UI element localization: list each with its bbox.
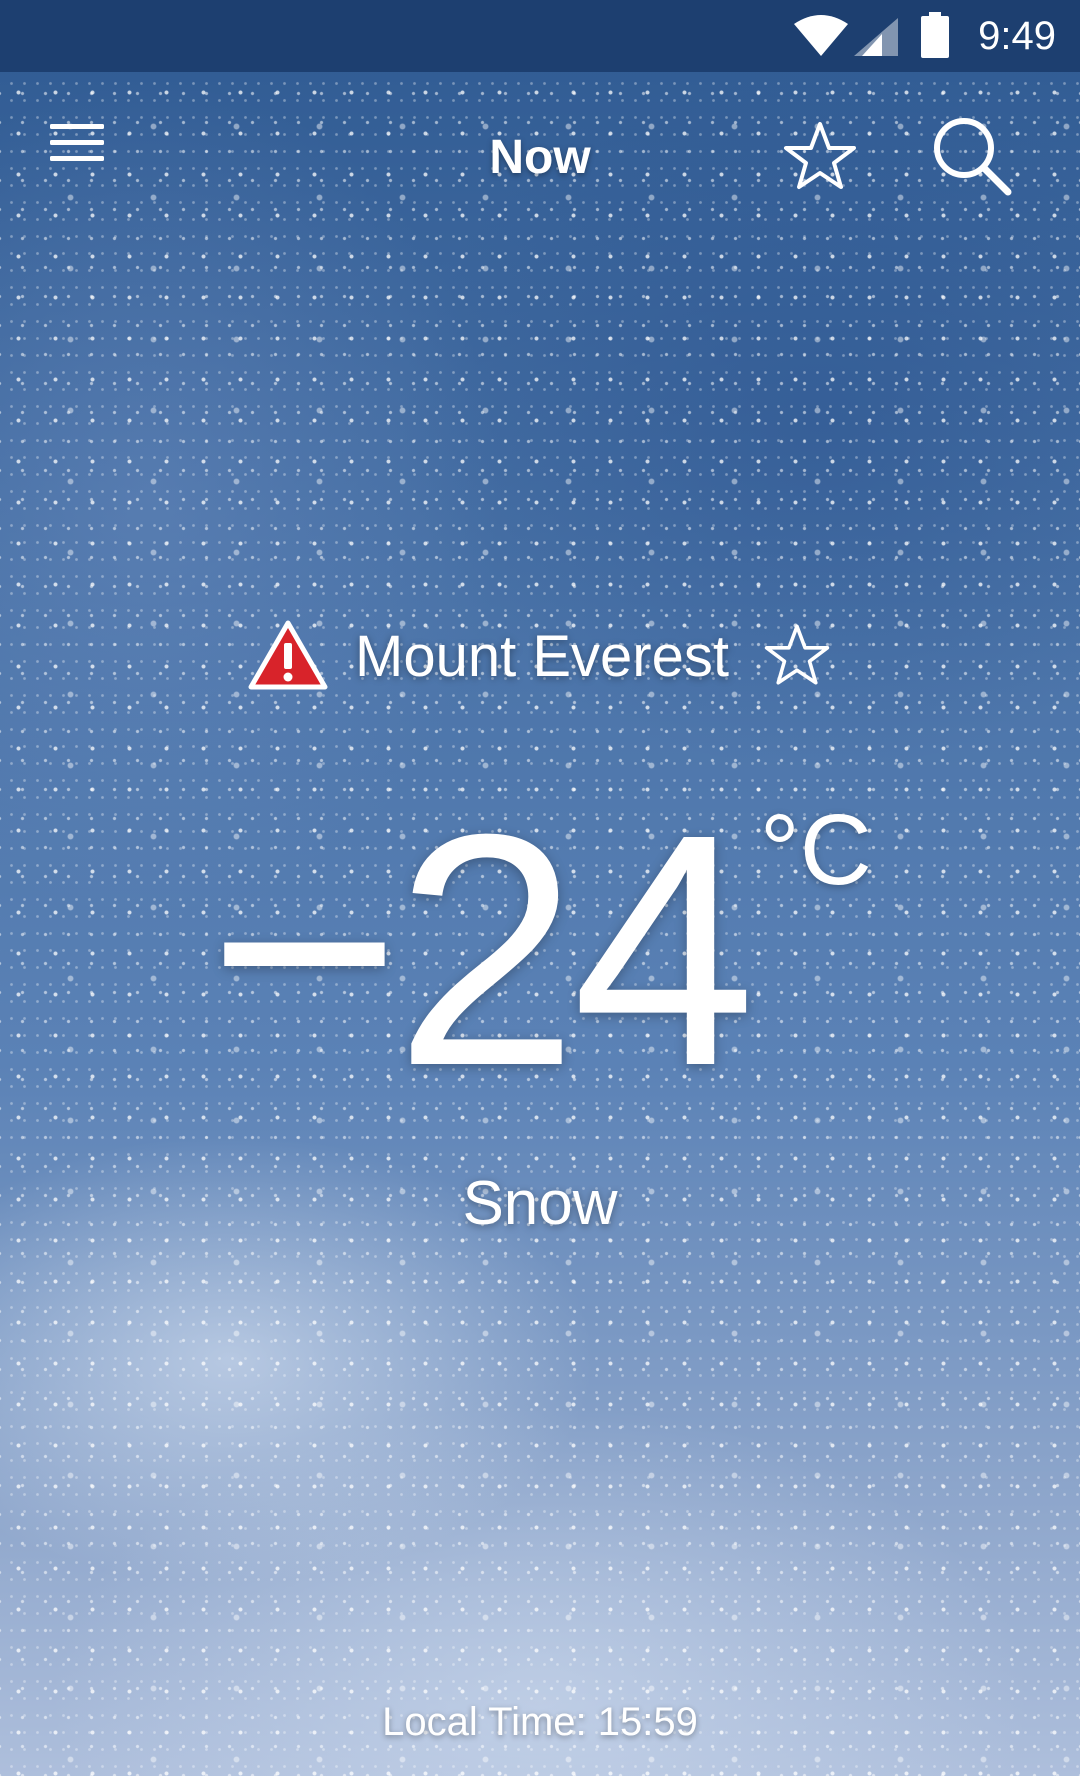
location-favorite-star-icon[interactable]: [761, 621, 833, 694]
star-outline-icon: [780, 122, 860, 198]
search-icon: [928, 118, 1018, 206]
status-bar: 9:49: [0, 0, 1080, 72]
temperature-unit: °C: [759, 794, 872, 906]
wifi-icon: [792, 14, 850, 63]
favorites-button[interactable]: [780, 118, 870, 198]
menu-button[interactable]: [44, 118, 124, 178]
weather-condition: Snow: [462, 1169, 618, 1238]
location-name[interactable]: Mount Everest: [355, 612, 729, 702]
menu-icon: [44, 124, 108, 172]
search-button[interactable]: [928, 112, 1028, 202]
current-temperature: −24 °C: [0, 780, 1080, 1120]
page-title: Now: [489, 131, 591, 184]
local-time-value: 15:59: [597, 1700, 698, 1744]
location-header: Mount Everest: [0, 612, 1080, 702]
temperature-value: −24: [208, 765, 756, 1134]
cellular-signal-icon: [852, 16, 900, 63]
battery-icon: [920, 12, 950, 63]
status-time: 9:49: [978, 14, 1056, 58]
weather-screen: 9:49 Now Mount Everest −24 °C Snow Local…: [0, 0, 1080, 1776]
local-time-label: Local Time:: [382, 1700, 587, 1744]
warning-triangle-icon[interactable]: [247, 619, 329, 696]
local-time: Local Time: 15:59: [0, 1696, 1080, 1748]
app-bar: Now: [0, 72, 1080, 242]
